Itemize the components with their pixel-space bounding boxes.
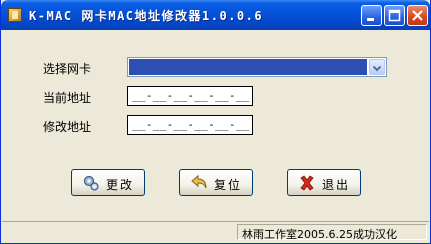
dropdown-button[interactable] [369, 59, 385, 75]
gear-icon [83, 175, 99, 191]
undo-arrow-icon [191, 174, 207, 189]
exit-button[interactable]: 退出 [287, 169, 361, 196]
status-text: 林雨工作室2005.6.25成功汉化 [237, 224, 427, 241]
modify-address-field[interactable]: __-__-__-__-__-__ [127, 115, 253, 135]
change-button[interactable]: 更改 [71, 169, 145, 196]
maximize-button[interactable] [384, 5, 405, 26]
nic-selected-value [129, 59, 367, 75]
modify-address-label: 修改地址 [43, 120, 92, 134]
nic-select[interactable] [127, 57, 387, 77]
current-address-field[interactable]: __-__-__-__-__-__ [127, 86, 253, 106]
chevron-down-icon [372, 65, 382, 72]
app-window: K-MAC 网卡MAC地址修改器1.0.0.6 选择网卡 当前地址 __-__-… [0, 0, 431, 244]
close-button[interactable] [407, 5, 428, 26]
current-address-label: 当前地址 [43, 91, 92, 105]
maximize-icon [388, 9, 401, 22]
exit-button-label: 退出 [322, 178, 351, 192]
nic-label: 选择网卡 [43, 62, 92, 76]
title-bar[interactable]: K-MAC 网卡MAC地址修改器1.0.0.6 [1, 0, 430, 30]
window-title: K-MAC 网卡MAC地址修改器1.0.0.6 [29, 9, 264, 23]
status-bar: 林雨工作室2005.6.25成功汉化 [2, 221, 429, 242]
change-button-label: 更改 [106, 178, 135, 192]
minimize-icon [367, 18, 374, 21]
reset-button-label: 复位 [214, 178, 243, 192]
minimize-button[interactable] [361, 5, 382, 26]
reset-button[interactable]: 复位 [179, 169, 253, 196]
close-icon [412, 10, 423, 21]
app-icon[interactable] [8, 8, 22, 22]
red-x-icon [300, 175, 314, 191]
